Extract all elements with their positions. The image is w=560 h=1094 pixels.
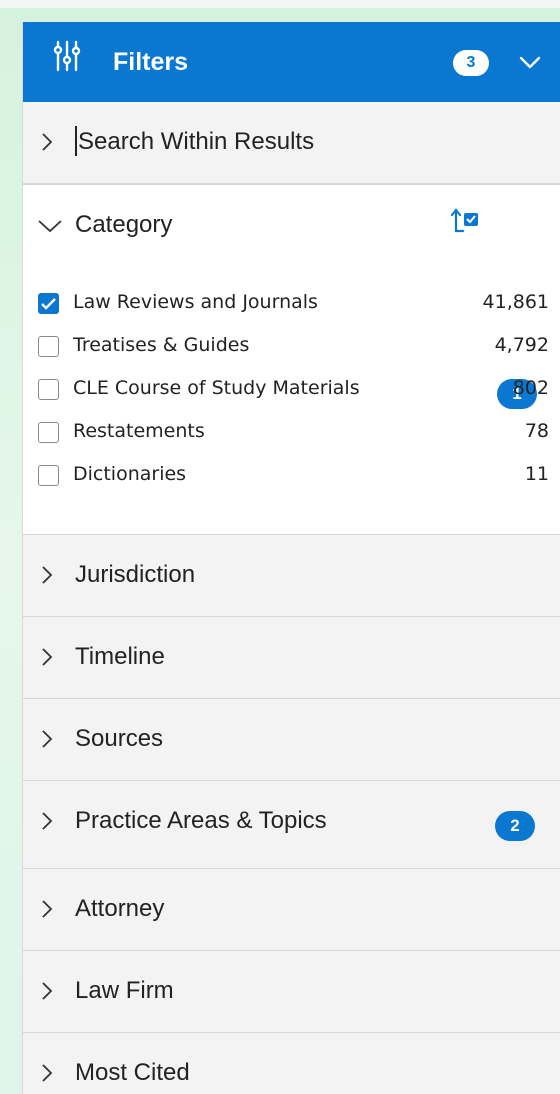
sources-label: Sources <box>75 725 164 752</box>
page-background-strip <box>0 0 560 8</box>
category-option-list: Law Reviews and Journals 41,861 Treatise… <box>23 285 560 500</box>
category-option-label: Treatises & Guides <box>73 334 250 356</box>
category-option[interactable]: CLE Course of Study Materials 802 <box>23 371 560 414</box>
section-jurisdiction[interactable]: Jurisdiction <box>23 535 560 617</box>
category-option-label: Restatements <box>73 420 205 442</box>
chevron-right-icon <box>42 648 53 666</box>
category-option[interactable]: Dictionaries 11 <box>23 457 560 500</box>
category-option-label: CLE Course of Study Materials <box>73 377 360 399</box>
section-most-cited[interactable]: Most Cited <box>23 1033 560 1094</box>
checkbox[interactable] <box>38 422 59 443</box>
section-attorney[interactable]: Attorney <box>23 869 560 951</box>
section-search-within-results[interactable]: Search Within Results <box>23 102 560 184</box>
checkbox[interactable] <box>38 465 59 486</box>
category-option[interactable]: Law Reviews and Journals 41,861 <box>23 285 560 328</box>
chevron-right-icon <box>42 730 53 748</box>
active-filter-count-badge: 3 <box>453 50 489 76</box>
filters-panel: Filters 3 Search Within Results Category… <box>22 22 560 1094</box>
chevron-right-icon <box>42 900 53 918</box>
category-option-count: 41,861 <box>482 291 549 313</box>
section-category: Category 1 Law Reviews and Journals 41,8… <box>23 184 560 535</box>
section-practice-areas-topics[interactable]: Practice Areas & Topics 2 <box>23 781 560 869</box>
chevron-right-icon <box>42 812 53 830</box>
checkbox[interactable] <box>38 379 59 400</box>
category-option-count: 78 <box>524 420 549 442</box>
filters-title: Filters <box>113 48 189 76</box>
category-option-label: Law Reviews and Journals <box>73 291 318 313</box>
attorney-label: Attorney <box>75 895 165 922</box>
selected-to-top-icon[interactable] <box>451 207 481 233</box>
timeline-label: Timeline <box>75 643 165 670</box>
sliders-icon <box>53 40 81 72</box>
practice-areas-topics-label: Practice Areas & Topics <box>75 807 327 834</box>
chevron-right-icon <box>42 982 53 1000</box>
text-cursor <box>75 126 77 156</box>
filters-header[interactable]: Filters 3 <box>23 22 560 102</box>
chevron-right-icon <box>42 133 53 151</box>
chevron-right-icon <box>42 1064 53 1082</box>
chevron-right-icon <box>42 566 53 584</box>
section-law-firm[interactable]: Law Firm <box>23 951 560 1033</box>
jurisdiction-label: Jurisdiction <box>75 561 196 588</box>
search-within-results-label: Search Within Results <box>78 128 315 155</box>
category-option-count: 4,792 <box>494 334 549 356</box>
section-timeline[interactable]: Timeline <box>23 617 560 699</box>
chevron-down-icon[interactable] <box>37 219 63 233</box>
category-option-count: 802 <box>512 377 549 399</box>
checkbox[interactable] <box>38 336 59 357</box>
category-option[interactable]: Treatises & Guides 4,792 <box>23 328 560 371</box>
section-sources[interactable]: Sources <box>23 699 560 781</box>
chevron-down-icon[interactable] <box>519 56 541 70</box>
law-firm-label: Law Firm <box>75 977 174 1004</box>
practice-areas-count-badge: 2 <box>495 811 535 841</box>
most-cited-label: Most Cited <box>75 1059 190 1086</box>
category-option-count: 11 <box>524 463 549 485</box>
checkbox-checked[interactable] <box>38 293 59 314</box>
category-option[interactable]: Restatements 78 <box>23 414 560 457</box>
category-option-label: Dictionaries <box>73 463 187 485</box>
category-label[interactable]: Category <box>75 211 172 239</box>
